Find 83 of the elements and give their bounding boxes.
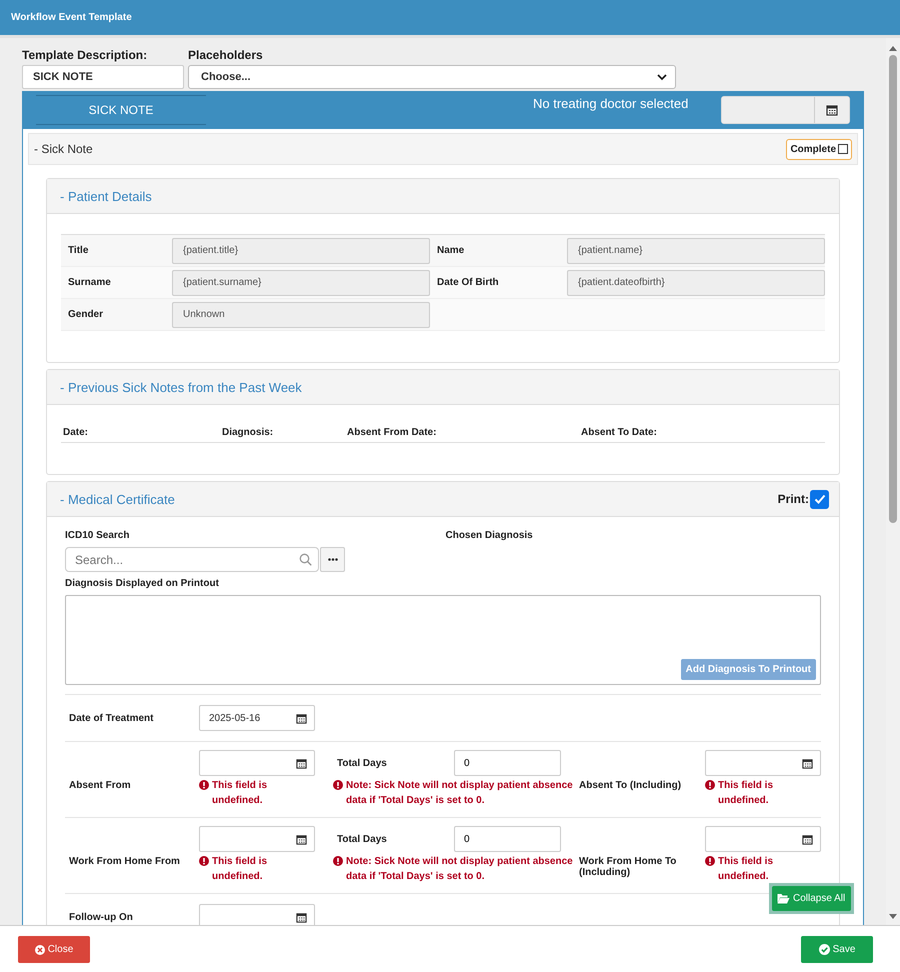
- doctor-status: No treating doctor selected: [533, 96, 688, 111]
- date-field[interactable]: [199, 750, 315, 776]
- readonly-field: {patient.name}: [567, 238, 825, 264]
- readonly-field: {patient.title}: [172, 238, 430, 264]
- field-label: Chosen Diagnosis: [445, 530, 533, 541]
- calendar-icon: [296, 912, 307, 922]
- add-diagnosis-button[interactable]: Add Diagnosis To Printout: [680, 659, 816, 680]
- calendar-icon: [802, 834, 813, 844]
- complete-button[interactable]: Complete: [786, 138, 852, 160]
- scroll-up-icon[interactable]: [889, 46, 897, 51]
- checkmark-icon: [812, 492, 826, 506]
- more-button[interactable]: [320, 547, 345, 572]
- field-label: Title: [67, 245, 90, 256]
- ellipsis-icon: [328, 558, 338, 561]
- print-checkbox[interactable]: [810, 490, 829, 508]
- note-message: Note: Sick Note will not display patient absence data if 'Total Days' is set to 0.: [346, 779, 574, 808]
- column-header: Absent From Date:: [347, 427, 436, 438]
- field-label: Diagnosis Displayed on Printout: [65, 578, 220, 589]
- close-button[interactable]: Close: [18, 936, 90, 963]
- print-label: Print:: [778, 492, 809, 506]
- calendar-icon: [826, 104, 838, 116]
- error-icon: [333, 780, 343, 790]
- calendar-icon: [296, 758, 307, 768]
- calendar-icon: [296, 834, 307, 844]
- description-field[interactable]: SICK NOTE: [22, 65, 184, 89]
- total-days-field[interactable]: 0: [454, 750, 561, 776]
- field-label: Work From Home To (Including): [579, 856, 678, 878]
- calendar-icon: [802, 758, 813, 768]
- field-label: Absent From: [68, 780, 132, 791]
- field-label: Work From Home From: [68, 856, 181, 867]
- date-field[interactable]: [199, 826, 315, 852]
- date-field[interactable]: [705, 750, 821, 776]
- error-icon: [199, 856, 209, 866]
- field-label: Placeholders: [188, 48, 264, 62]
- error-message: This field is undefined.: [718, 779, 774, 808]
- date-field[interactable]: 2025-05-16: [199, 705, 315, 731]
- date-field[interactable]: [705, 826, 821, 852]
- placeholder-dropdown[interactable]: Choose...: [188, 65, 676, 89]
- check-circle-icon: [818, 944, 830, 955]
- field-label: Gender: [67, 309, 104, 320]
- column-header: Diagnosis:: [222, 427, 274, 438]
- field-label: Date of Treatment: [68, 712, 154, 724]
- total-days-field[interactable]: 0: [454, 826, 561, 852]
- column-header: Date:: [63, 427, 88, 438]
- diagnosis-text-area[interactable]: Add Diagnosis To Printout: [65, 595, 821, 685]
- error-message: This field is undefined.: [212, 779, 268, 808]
- search-icon: [299, 553, 312, 566]
- field-label: Date Of Birth: [436, 277, 500, 288]
- error-icon: [199, 780, 209, 790]
- date-field[interactable]: [721, 96, 850, 124]
- collapse-all-button[interactable]: Collapse All: [772, 886, 852, 911]
- field-label: ICD10 Search: [65, 530, 130, 541]
- field-label: Name: [436, 245, 466, 256]
- error-icon: [705, 856, 715, 866]
- folder-icon: [777, 893, 790, 904]
- tab[interactable]: SICK NOTE: [36, 95, 206, 125]
- close-icon: [34, 944, 45, 954]
- field-label: Absent To (Including): [579, 780, 682, 791]
- save-button[interactable]: Save: [801, 936, 873, 963]
- field-label: Surname: [67, 277, 112, 288]
- field-label: Follow-up On: [68, 912, 134, 922]
- error-message: This field is undefined.: [718, 855, 774, 884]
- column-header: Absent To Date:: [581, 427, 657, 438]
- section-title[interactable]: - Sick Note: [34, 142, 93, 156]
- readonly-field: {patient.surname}: [172, 270, 430, 296]
- readonly-field: {patient.dateofbirth}: [567, 270, 825, 296]
- field-label: Total Days: [336, 758, 388, 768]
- error-icon: [705, 780, 715, 790]
- error-message: This field is undefined.: [212, 855, 268, 884]
- date-field[interactable]: [199, 904, 315, 925]
- field-label: Total Days: [336, 834, 388, 844]
- scroll-down-icon[interactable]: [889, 914, 897, 919]
- note-message: Note: Sick Note will not display patient absence data if 'Total Days' is set to 0.: [346, 855, 574, 884]
- field-label: Template Description:: [22, 48, 148, 62]
- error-icon: [333, 856, 343, 866]
- panel-title[interactable]: - Previous Sick Notes from the Past Week: [60, 380, 302, 394]
- window-title: Workflow Event Template: [11, 12, 132, 23]
- panel-title[interactable]: - Patient Details: [60, 188, 152, 204]
- calendar-icon: [296, 712, 307, 724]
- chevron-down-icon: [657, 74, 667, 80]
- search-field[interactable]: Search...: [65, 547, 319, 572]
- panel-title[interactable]: - Medical Certificate: [60, 492, 175, 506]
- readonly-field: Unknown: [172, 302, 430, 328]
